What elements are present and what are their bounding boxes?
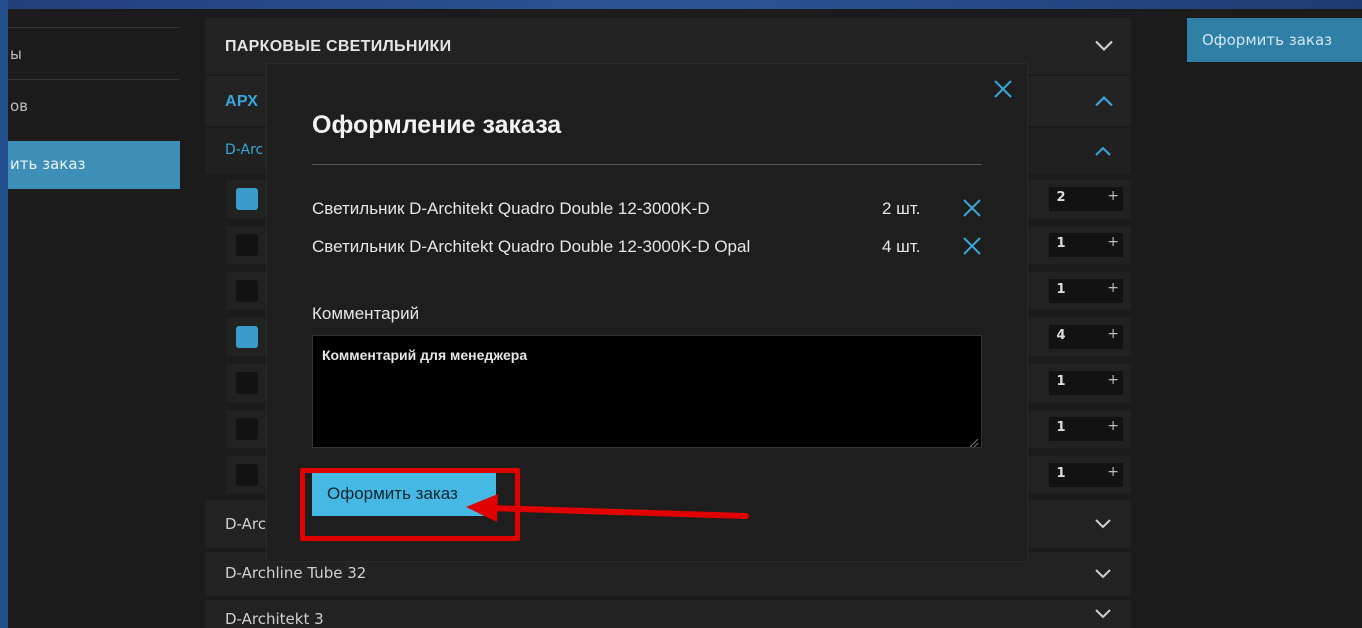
row-checkbox[interactable]	[236, 188, 258, 210]
window-frame-left	[0, 0, 8, 628]
plus-icon[interactable]: +	[1107, 234, 1119, 250]
remove-item-icon[interactable]	[962, 236, 982, 256]
sidebar-item-checkout[interactable]: ить заказ	[8, 141, 180, 189]
plus-icon[interactable]: +	[1107, 372, 1119, 388]
plus-icon[interactable]: +	[1107, 326, 1119, 342]
divider	[312, 164, 982, 165]
sidebar-item-2[interactable]: ов	[8, 79, 180, 131]
accordion-title: D-Arc	[225, 515, 266, 533]
chevron-down-icon	[1095, 18, 1113, 74]
row-checkbox[interactable]	[236, 372, 258, 394]
order-item: Светильник D-Architekt Quadro Double 12-…	[312, 199, 982, 223]
order-item: Светильник D-Architekt Quadro Double 12-…	[312, 237, 982, 261]
plus-icon[interactable]: +	[1107, 418, 1119, 434]
quantity-value: 2	[1056, 190, 1066, 205]
checkout-button-label: Оформить заказ	[1202, 31, 1333, 49]
modal-title: Оформление заказа	[312, 111, 562, 139]
window-frame-top	[0, 0, 1362, 9]
accordion-title: D-Archline Tube 32	[225, 564, 367, 582]
row-checkbox[interactable]	[236, 280, 258, 302]
order-item-name: Светильник D-Architekt Quadro Double 12-…	[312, 237, 751, 256]
quantity-stepper[interactable]: 1 +	[1049, 417, 1123, 441]
quantity-stepper[interactable]: 2 +	[1049, 187, 1123, 211]
quantity-value: 1	[1056, 282, 1066, 297]
chevron-down-icon	[1095, 552, 1111, 596]
sidebar-item-label: ы	[10, 45, 22, 63]
quantity-value: 1	[1056, 374, 1066, 389]
comment-text: Комментарий для менеджера	[322, 347, 528, 363]
comment-textarea[interactable]: Комментарий для менеджера	[312, 335, 982, 448]
sidebar-item-label: ить заказ	[10, 155, 86, 173]
accordion-title: АРХ	[225, 93, 259, 110]
quantity-value: 1	[1056, 466, 1066, 481]
row-checkbox[interactable]	[236, 326, 258, 348]
highlight-box	[300, 468, 520, 541]
checkout-button-top[interactable]: Оформить заказ	[1187, 18, 1362, 62]
quantity-stepper[interactable]: 4 +	[1049, 325, 1123, 349]
quantity-value: 4	[1056, 328, 1066, 343]
accordion-title: ПАРКОВЫЕ СВЕТИЛЬНИКИ	[225, 38, 452, 55]
sidebar: ы ов	[8, 27, 180, 131]
quantity-stepper[interactable]: 1 +	[1049, 463, 1123, 487]
quantity-stepper[interactable]: 1 +	[1049, 279, 1123, 303]
quantity-value: 1	[1056, 236, 1066, 251]
quantity-stepper[interactable]: 1 +	[1049, 371, 1123, 395]
order-item-name: Светильник D-Architekt Quadro Double 12-…	[312, 199, 710, 218]
accordion-title: D-Arc	[225, 142, 264, 158]
plus-icon[interactable]: +	[1107, 280, 1119, 296]
plus-icon[interactable]: +	[1107, 188, 1119, 204]
quantity-value: 1	[1056, 420, 1066, 435]
order-item-qty: 2 шт.	[882, 199, 921, 218]
comment-label: Комментарий	[312, 304, 420, 323]
remove-item-icon[interactable]	[962, 198, 982, 218]
resize-handle-icon[interactable]	[969, 435, 979, 448]
chevron-up-icon	[1095, 128, 1111, 174]
row-checkbox[interactable]	[236, 464, 258, 486]
sidebar-item-1[interactable]: ы	[8, 27, 180, 79]
close-icon[interactable]	[993, 79, 1013, 99]
row-checkbox[interactable]	[236, 418, 258, 440]
chevron-down-icon	[1095, 600, 1111, 628]
chevron-down-icon	[1095, 500, 1111, 548]
accordion-title: D-Architekt 3	[225, 610, 324, 628]
sidebar-item-label: ов	[10, 97, 29, 115]
quantity-stepper[interactable]: 1 +	[1049, 233, 1123, 257]
row-checkbox[interactable]	[236, 234, 258, 256]
accordion-d-architekt-3[interactable]: D-Architekt 3	[205, 600, 1131, 628]
order-item-qty: 4 шт.	[882, 237, 921, 256]
chevron-up-icon	[1095, 76, 1113, 126]
plus-icon[interactable]: +	[1107, 464, 1119, 480]
